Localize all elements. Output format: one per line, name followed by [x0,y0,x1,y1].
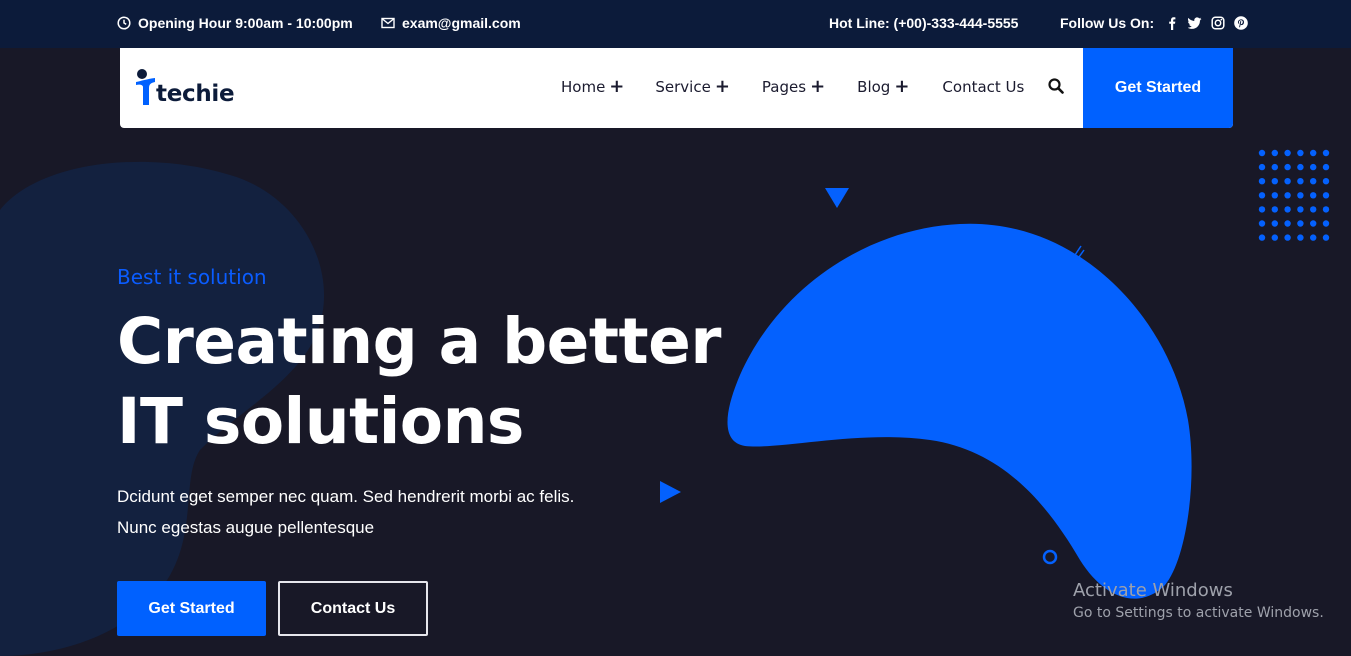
twitter-icon[interactable] [1188,16,1202,30]
grid-dot [1322,178,1330,185]
grid-dot [1258,149,1266,157]
logo-wordmark: techie [156,81,235,107]
hero-headline: Creating a better IT solutions [117,302,721,462]
get-started-button[interactable]: Get Started [117,581,266,636]
grid-dot [1258,234,1266,241]
email-text[interactable]: exam@gmail.com [402,15,521,31]
opening-hours: Opening Hour 9:00am - 10:00pm [117,15,353,31]
grid-dot [1297,206,1304,213]
grid-dot [1297,163,1304,171]
opening-hours-text: Opening Hour 9:00am - 10:00pm [138,15,353,31]
clock-icon [117,16,131,30]
grid-dot [1284,149,1291,157]
facebook-icon[interactable] [1165,16,1179,30]
grid-dot [1258,220,1266,227]
site-logo[interactable]: techie [135,66,235,107]
hero-description: Dcidunt eget semper nec quam. Sed hendre… [117,481,677,543]
grid-dot [1284,163,1291,171]
grid-dot [1271,220,1279,227]
plus-icon: + [810,76,826,97]
envelope-icon [381,16,395,30]
hero-subtitle: Best it solution [117,265,267,289]
nav-item-service[interactable]: Service + [655,76,730,97]
grid-dot [1271,149,1279,157]
grid-dot [1310,149,1317,157]
hotline[interactable]: Hot Line: (+00)-333-444-5555 [829,15,1018,31]
nav-item-contact[interactable]: Contact Us [942,78,1024,96]
grid-dot [1310,178,1317,185]
grid-dot [1310,206,1317,213]
watermark-title: Activate Windows [1073,580,1233,601]
grid-dot [1322,149,1330,157]
nav-item-home[interactable]: Home + [561,76,625,97]
nav-item-pages[interactable]: Pages + [761,76,826,97]
hero-headline-line1: Creating a better [117,305,721,378]
main-navigation: techie Home + Service + Pages + Blog + C… [120,48,1233,128]
grid-dot [1322,220,1330,227]
grid-dot [1322,163,1330,171]
grid-dot [1284,178,1291,185]
email-info[interactable]: exam@gmail.com [381,15,521,31]
blue-blob-shape [727,223,1192,599]
grid-dot [1297,149,1304,157]
grid-dot [1271,178,1279,185]
hotline-text[interactable]: Hot Line: (+00)-333-444-5555 [829,15,1018,31]
grid-dot [1310,220,1317,227]
plus-icon: + [714,76,730,97]
activate-windows-watermark: Activate Windows Go to Settings to activ… [1073,580,1324,624]
hero-description-line1: Dcidunt eget semper nec quam. Sed hendre… [117,487,575,506]
grid-dot [1297,178,1304,185]
dot-grid-decor [1258,149,1330,241]
plus-icon: + [894,76,910,97]
watermark-subtitle: Go to Settings to activate Windows. [1073,605,1324,621]
grid-dot [1310,234,1317,241]
pinterest-icon[interactable] [1234,16,1248,30]
plus-icon: + [609,76,625,97]
grid-dot [1271,234,1279,241]
grid-dot [1258,206,1266,213]
logo-mark-icon [136,69,155,105]
hero-headline-line2: IT solutions [117,385,524,458]
grid-dot [1271,192,1279,199]
grid-dot [1322,206,1330,213]
follow-label: Follow Us On: [1060,15,1155,31]
nav-menu: Home + Service + Pages + Blog + Contact … [561,76,1024,97]
grid-dot [1284,206,1291,213]
nav-item-blog[interactable]: Blog + [857,76,910,97]
grid-dot [1271,206,1279,213]
instagram-icon[interactable] [1211,16,1225,30]
top-info-bar: Opening Hour 9:00am - 10:00pm exam@gmail… [0,0,1351,48]
grid-dot [1322,234,1330,241]
grid-dot [1297,192,1304,199]
grid-dot [1284,220,1291,227]
nav-item-label: Home [561,78,606,96]
get-started-nav-button[interactable]: Get Started [1083,48,1233,128]
grid-dot [1297,220,1304,227]
grid-dot [1284,234,1291,241]
search-icon[interactable] [1048,78,1064,94]
grid-dot [1310,163,1317,171]
social-follow: Follow Us On: [1060,15,1248,31]
nav-item-label: Blog [857,78,891,96]
grid-dot [1258,163,1266,171]
triangle-down-decor [825,188,849,208]
grid-dot [1271,163,1279,171]
contact-us-button[interactable]: Contact Us [278,581,428,636]
nav-item-label: Contact Us [942,78,1025,96]
grid-dot [1322,192,1330,199]
grid-dot [1310,192,1317,199]
nav-item-label: Service [655,78,711,96]
nav-item-label: Pages [761,78,807,96]
grid-dot [1284,192,1291,199]
grid-dot [1258,178,1266,185]
grid-dot [1297,234,1304,241]
ring-decor [1042,549,1058,565]
hero-description-line2: Nunc egestas augue pellentesque [117,518,375,537]
grid-dot [1258,192,1266,199]
